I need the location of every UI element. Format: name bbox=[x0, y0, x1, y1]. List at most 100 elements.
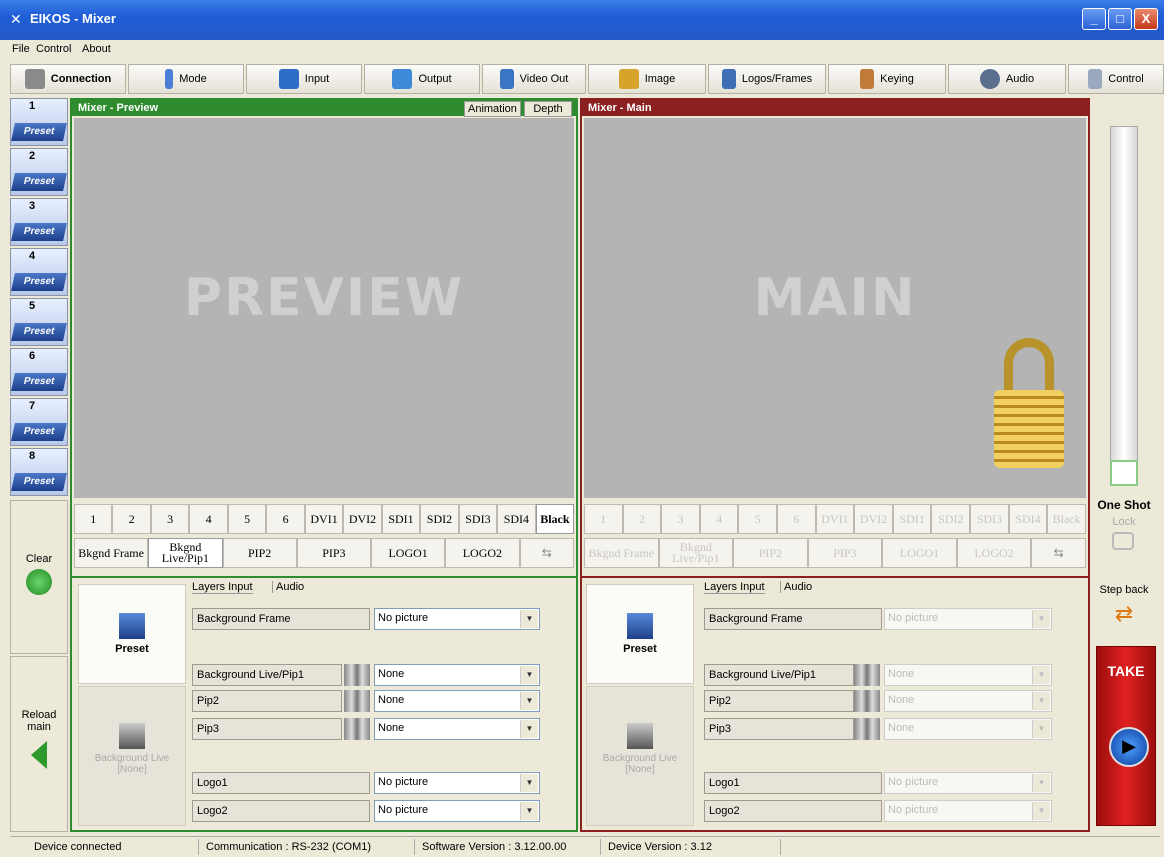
step-back-icon[interactable]: ⇄ bbox=[1110, 602, 1138, 626]
layer-slider-pip3[interactable] bbox=[344, 718, 370, 740]
main-tab-layers-input[interactable]: Layers Input bbox=[704, 581, 765, 594]
preview-layer-logo2[interactable]: LOGO2 bbox=[445, 538, 520, 568]
toolbar-control[interactable]: Control bbox=[1068, 64, 1164, 94]
toolbar-input[interactable]: Input bbox=[246, 64, 362, 94]
reload-label: Reload main bbox=[21, 709, 57, 733]
select-pip2[interactable]: None ▼ bbox=[374, 690, 540, 712]
close-button[interactable]: X bbox=[1134, 8, 1158, 30]
select-value: No picture bbox=[378, 776, 429, 788]
main-source-1: 1 bbox=[584, 504, 623, 534]
layer-slider-bg-live[interactable] bbox=[344, 664, 370, 686]
preset-button-3[interactable]: 3 Preset bbox=[10, 198, 68, 246]
preview-source-2[interactable]: 2 bbox=[112, 504, 151, 534]
preview-source-dvi2[interactable]: DVI2 bbox=[343, 504, 382, 534]
main-layer-bkgnd-frame: Bkgnd Frame bbox=[584, 538, 659, 568]
preset-number: 6 bbox=[29, 350, 36, 362]
preset-button-2[interactable]: 2 Preset bbox=[10, 148, 68, 196]
preset-button-1[interactable]: 1 Preset bbox=[10, 98, 68, 146]
lock-label[interactable]: Lock bbox=[1092, 516, 1156, 528]
main-layer-bkgnd-live: Bkgnd Live/Pip1 bbox=[658, 538, 734, 568]
preset-button-5[interactable]: 5 Preset bbox=[10, 298, 68, 346]
preview-source-sdi3[interactable]: SDI3 bbox=[458, 504, 498, 534]
preset-label: Preset bbox=[11, 123, 67, 141]
toolbar-image[interactable]: Image bbox=[588, 64, 706, 94]
main-layer-slider-pip2[interactable] bbox=[854, 690, 880, 712]
tab-depth[interactable]: Depth bbox=[524, 101, 572, 117]
main-select-pip2: None ▼ bbox=[884, 690, 1052, 712]
preview-layer-logo1[interactable]: LOGO1 bbox=[371, 538, 446, 568]
toolbar-output[interactable]: Output bbox=[364, 64, 480, 94]
main-layer-pip3: PIP3 bbox=[807, 538, 883, 568]
take-button[interactable]: TAKE ▶ bbox=[1096, 646, 1156, 826]
minimize-button[interactable]: _ bbox=[1082, 8, 1106, 30]
select-pip3[interactable]: None ▼ bbox=[374, 718, 540, 740]
menu-file[interactable]: File bbox=[12, 43, 30, 55]
preview-source-black[interactable]: Black bbox=[535, 504, 575, 534]
preview-layer-bkgnd-live[interactable]: Bkgnd Live/Pip1 bbox=[148, 538, 223, 568]
toolbar-label: Control bbox=[1108, 73, 1144, 85]
select-logo1[interactable]: No picture ▼ bbox=[374, 772, 540, 794]
preview-source-3[interactable]: 3 bbox=[150, 504, 190, 534]
main-layer-slider-pip3[interactable] bbox=[854, 718, 880, 740]
toolbar-label: Image bbox=[644, 73, 676, 85]
preview-layer-pip2[interactable]: PIP2 bbox=[222, 538, 297, 568]
clear-button[interactable]: Clear bbox=[10, 500, 68, 654]
toolbar-mode[interactable]: Mode bbox=[128, 64, 244, 94]
tab-layers-input[interactable]: Layers Input bbox=[192, 581, 253, 594]
toolbar-audio[interactable]: Audio bbox=[948, 64, 1066, 94]
toolbar-connection[interactable]: Connection bbox=[10, 64, 126, 94]
main-watermark: MAIN bbox=[753, 268, 917, 328]
transition-bar-thumb[interactable] bbox=[1110, 460, 1138, 486]
preview-source-sdi4[interactable]: SDI4 bbox=[497, 504, 536, 534]
layer-slider-pip2[interactable] bbox=[344, 690, 370, 712]
main-select-background-frame: No picture ▼ bbox=[884, 608, 1052, 630]
step-back-label[interactable]: Step back bbox=[1092, 584, 1156, 596]
select-logo2[interactable]: No picture ▼ bbox=[374, 800, 540, 822]
preset-icon bbox=[119, 613, 145, 639]
toolbar-keying[interactable]: Keying bbox=[828, 64, 946, 94]
preset-button-6[interactable]: 6 Preset bbox=[10, 348, 68, 396]
main-background-live-button[interactable]: Background Live [None] bbox=[586, 686, 694, 826]
main-title: Mixer - Main bbox=[588, 102, 652, 114]
preset-button-8[interactable]: 8 Preset bbox=[10, 448, 68, 496]
toolbar-label: Logos/Frames bbox=[741, 73, 813, 85]
main-preset-button[interactable]: Preset bbox=[586, 584, 694, 684]
preview-layer-bkgnd-frame[interactable]: Bkgnd Frame bbox=[74, 538, 149, 568]
main-layer-row: Bkgnd Frame Bkgnd Live/Pip1 PIP2 PIP3 LO… bbox=[584, 538, 1087, 568]
preview-source-sdi2[interactable]: SDI2 bbox=[420, 504, 459, 534]
app-icon: ✕ bbox=[10, 11, 22, 27]
preview-layer-pip3[interactable]: PIP3 bbox=[296, 538, 371, 568]
toolbar-logos-frames[interactable]: Logos/Frames bbox=[708, 64, 826, 94]
swap-icon[interactable]: ⇆ bbox=[519, 538, 575, 568]
main-layer-slider-bg-live[interactable] bbox=[854, 664, 880, 686]
chevron-down-icon: ▼ bbox=[520, 720, 538, 738]
preview-source-1[interactable]: 1 bbox=[74, 504, 113, 534]
preview-source-5[interactable]: 5 bbox=[227, 504, 267, 534]
menu-control[interactable]: Control bbox=[36, 43, 71, 55]
preview-source-4[interactable]: 4 bbox=[189, 504, 228, 534]
select-background-live[interactable]: None ▼ bbox=[374, 664, 540, 686]
preset-number: 7 bbox=[29, 400, 36, 412]
tab-audio[interactable]: Audio bbox=[272, 581, 304, 593]
preset-load-button[interactable]: Preset bbox=[78, 584, 186, 684]
mixer-window: ✕ EIKOS - Mixer _ □ X File Control About… bbox=[0, 0, 1164, 857]
preset-button-4[interactable]: 4 Preset bbox=[10, 248, 68, 296]
maximize-button[interactable]: □ bbox=[1108, 8, 1132, 30]
main-tab-audio[interactable]: Audio bbox=[780, 581, 812, 593]
background-live-button[interactable]: Background Live [None] bbox=[78, 686, 186, 826]
chevron-down-icon: ▼ bbox=[1032, 774, 1050, 792]
tab-animation[interactable]: Animation bbox=[464, 101, 521, 117]
connection-icon bbox=[24, 69, 45, 89]
preview-source-dvi1[interactable]: DVI1 bbox=[304, 504, 344, 534]
preview-source-6[interactable]: 6 bbox=[266, 504, 305, 534]
toolbar-video-out[interactable]: Video Out bbox=[482, 64, 586, 94]
one-shot-label[interactable]: One Shot bbox=[1092, 498, 1156, 512]
preview-source-sdi1[interactable]: SDI1 bbox=[381, 504, 421, 534]
preset-number: 2 bbox=[29, 150, 36, 162]
select-background-frame[interactable]: No picture ▼ bbox=[374, 608, 540, 630]
reload-main-button[interactable]: Reload main bbox=[10, 656, 68, 832]
preset-button-7[interactable]: 7 Preset bbox=[10, 398, 68, 446]
transition-bar[interactable] bbox=[1110, 126, 1138, 486]
main-layers-panel: Layers Input Audio Preset Background Liv… bbox=[580, 578, 1090, 832]
menu-about[interactable]: About bbox=[82, 43, 111, 55]
